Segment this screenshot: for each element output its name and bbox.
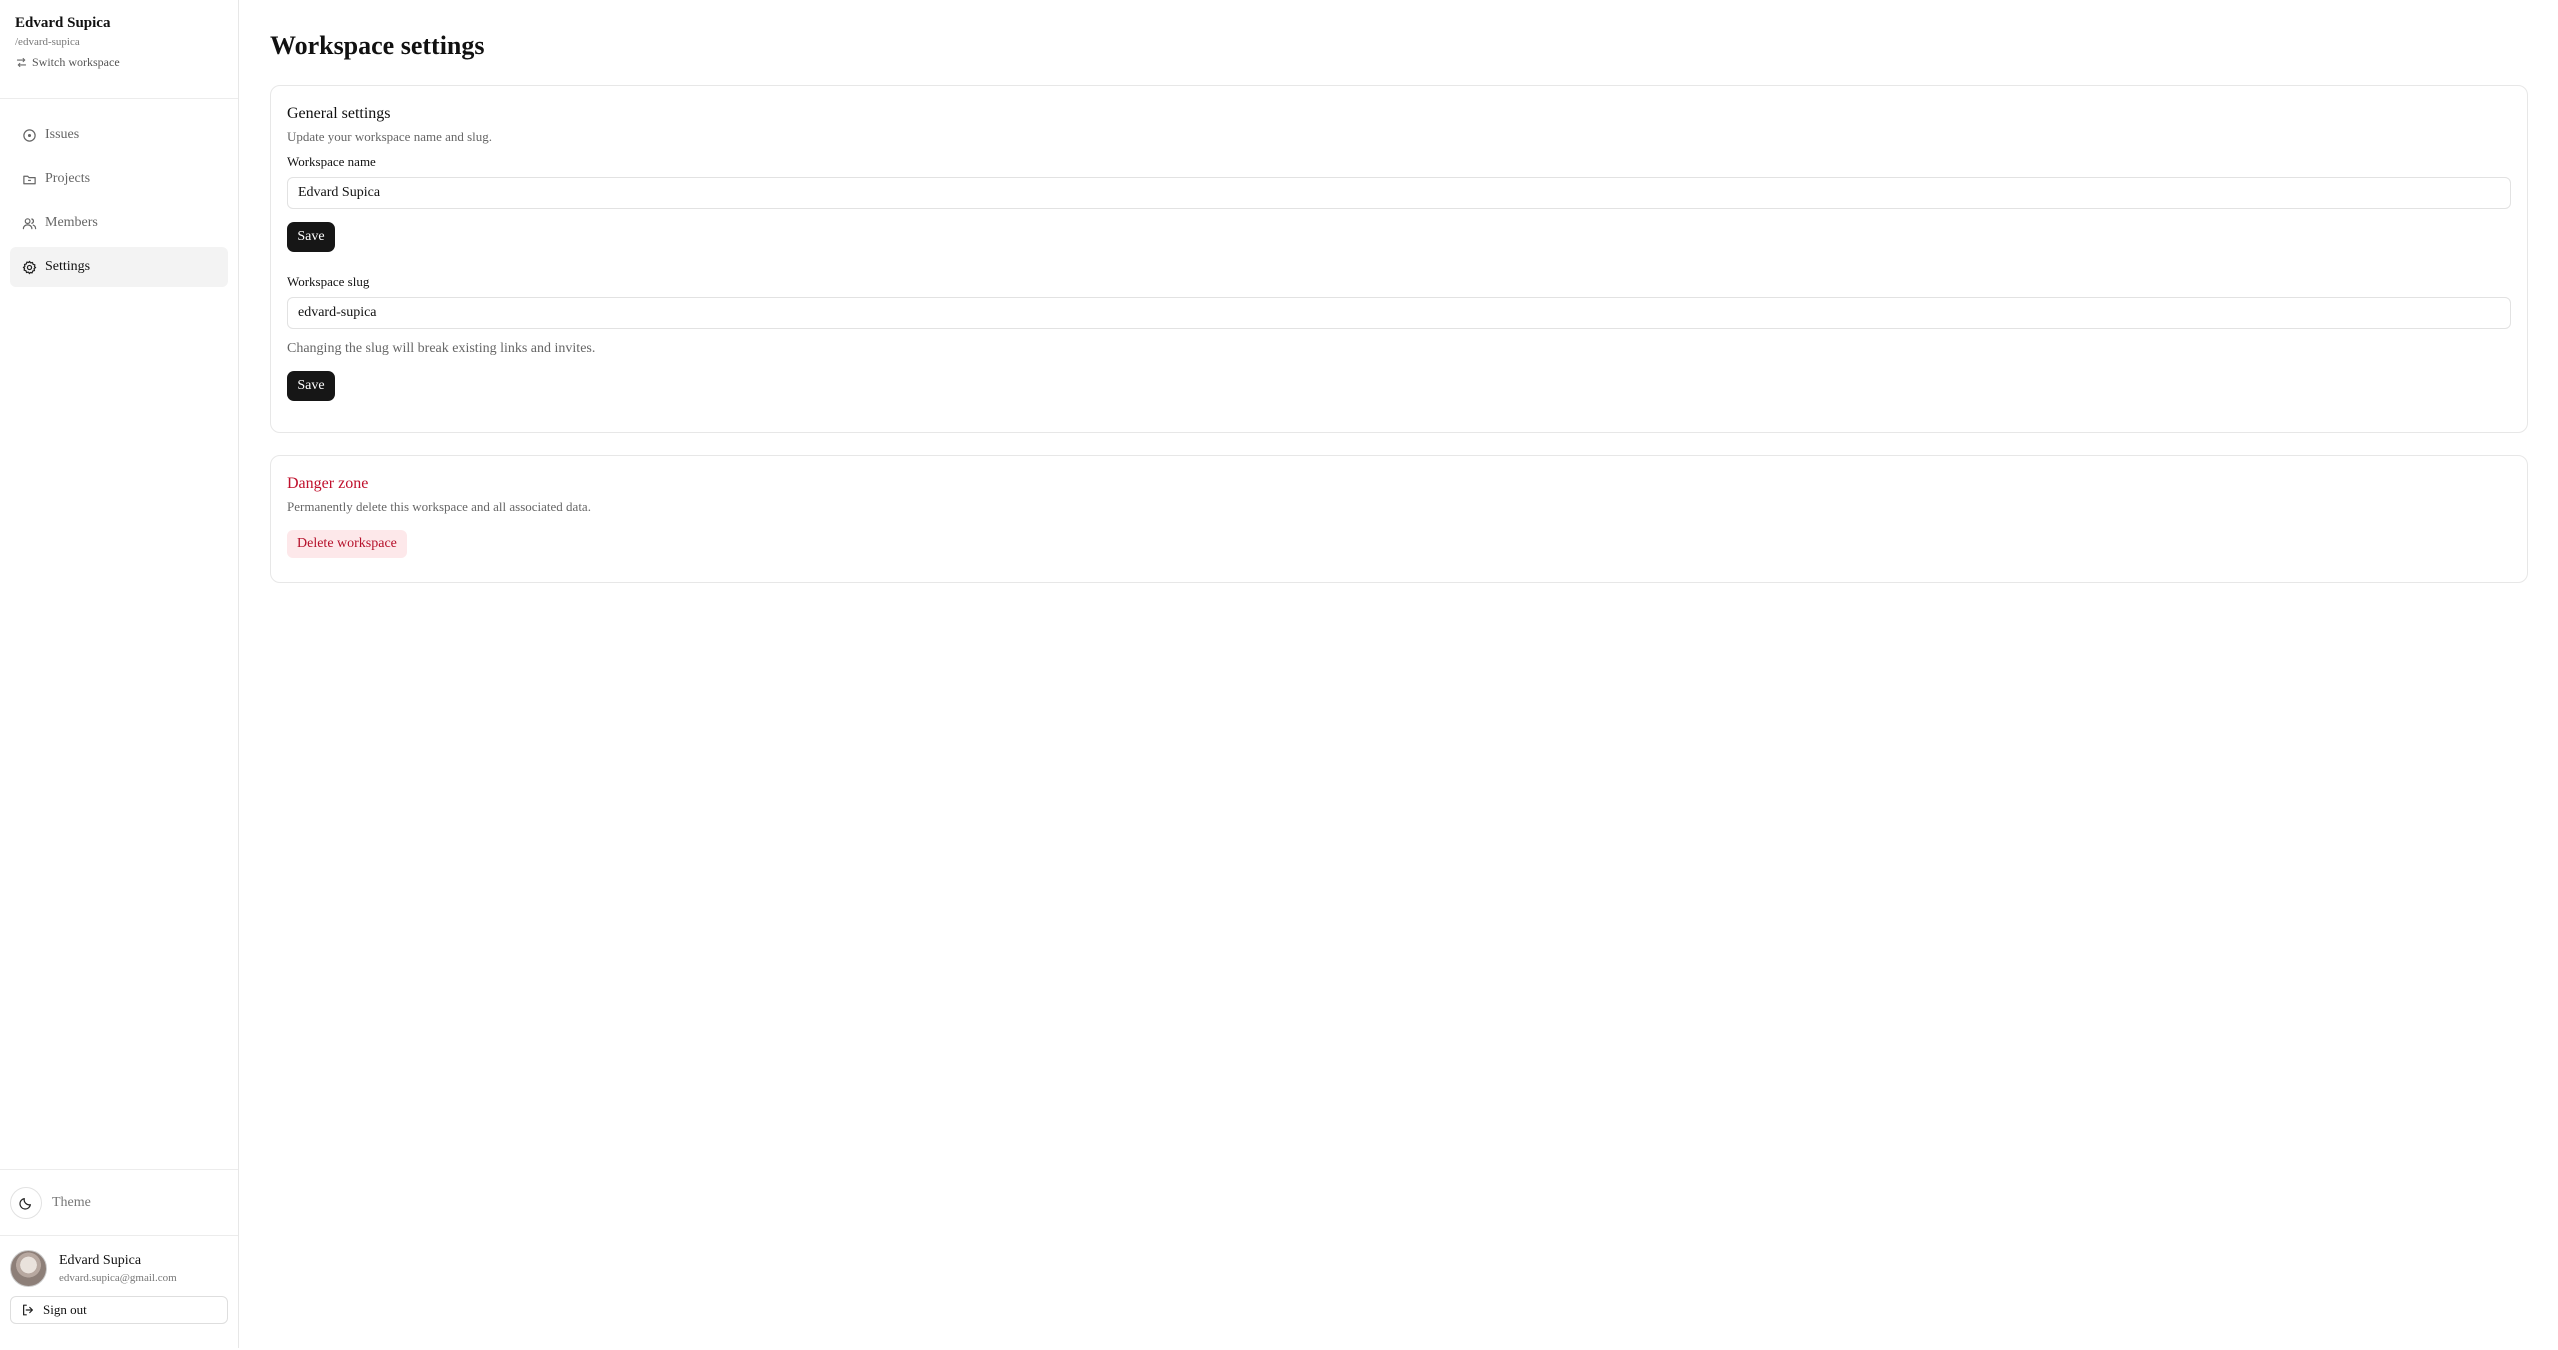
- theme-label: Theme: [52, 1194, 91, 1210]
- sign-out-button[interactable]: Sign out: [10, 1296, 228, 1324]
- workspace-slug-input[interactable]: [287, 297, 2511, 329]
- folder-icon: [23, 175, 36, 184]
- workspace-name-label: Workspace name: [287, 154, 376, 169]
- sign-out-icon: [23, 1304, 33, 1316]
- save-name-button[interactable]: Save: [287, 222, 335, 252]
- sidebar-item-members[interactable]: Members: [10, 203, 228, 243]
- sidebar-nav: Issues Projects Members Settings: [0, 99, 238, 287]
- sidebar-footer: Theme Edvard Supica edvard.supica@gmail.…: [0, 1169, 238, 1324]
- moon-icon: [19, 1197, 31, 1210]
- sign-out-label: Sign out: [43, 1302, 87, 1317]
- switch-workspace-link[interactable]: Switch workspace: [15, 55, 223, 69]
- workspace-slug-label: Workspace slug: [287, 274, 370, 289]
- theme-toggle-button[interactable]: [10, 1186, 42, 1219]
- sidebar-item-projects[interactable]: Projects: [10, 159, 228, 199]
- main-content: Workspace settings General settings Upda…: [270, 0, 2528, 583]
- user-email: edvard.supica@gmail.com: [59, 1271, 177, 1284]
- avatar: [10, 1250, 47, 1287]
- workspace-name-input[interactable]: [287, 177, 2511, 209]
- danger-zone-description: Permanently delete this workspace and al…: [287, 499, 591, 514]
- gear-icon: [22, 260, 37, 274]
- danger-zone-title: Danger zone: [287, 475, 369, 492]
- sidebar-item-issues[interactable]: Issues: [10, 115, 228, 155]
- theme-row: Theme: [0, 1170, 238, 1236]
- danger-zone-card: Danger zone Permanently delete this work…: [270, 455, 2528, 583]
- workspace-name: Edvard Supica: [15, 15, 111, 31]
- user-profile: Edvard Supica edvard.supica@gmail.com: [0, 1236, 238, 1287]
- workspace-slug: /edvard-supica: [15, 36, 80, 48]
- sidebar-item-label: Issues: [45, 127, 80, 142]
- delete-workspace-button[interactable]: Delete workspace: [287, 530, 407, 558]
- users-icon: [22, 217, 37, 229]
- switch-workspace-label: Switch workspace: [32, 55, 120, 69]
- sidebar-item-label: Settings: [45, 259, 91, 274]
- general-settings-description: Update your workspace name and slug.: [287, 129, 493, 144]
- save-slug-button[interactable]: Save: [287, 371, 335, 401]
- workspace-header: Edvard Supica /edvard-supica Switch work…: [0, 0, 238, 99]
- user-name: Edvard Supica: [59, 1252, 142, 1268]
- switch-arrows-icon: [16, 57, 27, 67]
- sidebar-item-label: Members: [45, 215, 98, 230]
- general-settings-title: General settings: [287, 105, 391, 122]
- user-info: Edvard Supica edvard.supica@gmail.com: [59, 1252, 177, 1286]
- general-settings-card: General settings Update your workspace n…: [270, 85, 2528, 433]
- circle-dot-icon: [23, 128, 36, 142]
- page-title: Workspace settings: [270, 31, 485, 60]
- sidebar: Edvard Supica /edvard-supica Switch work…: [0, 0, 239, 1348]
- sidebar-item-settings[interactable]: Settings: [10, 247, 228, 287]
- slug-warning-hint: Changing the slug will break existing li…: [287, 341, 596, 356]
- sidebar-item-label: Projects: [45, 171, 91, 186]
